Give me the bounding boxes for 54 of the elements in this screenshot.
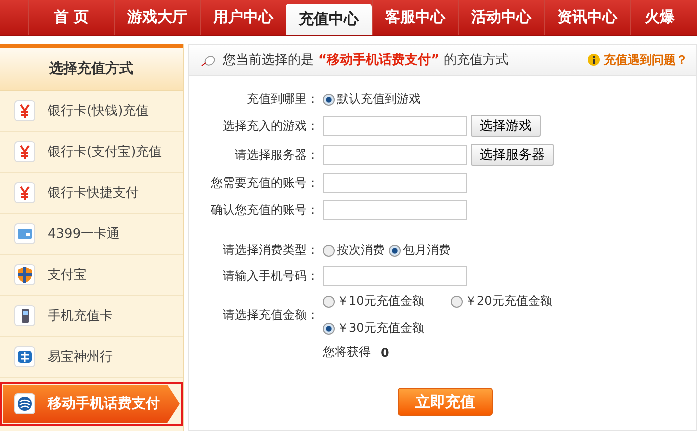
sidebar-title: 选择充值方式 [0,44,183,91]
badge-icon [14,346,36,368]
radio-option[interactable]: 包月消费 [389,242,451,259]
nav-tab[interactable]: 资讯中心 [544,0,630,35]
nav-tab[interactable]: 游戏大厅 [114,0,200,35]
radio-option[interactable]: 按次消费 [323,242,385,259]
selection-text: 您当前选择的是 “移动手机话费支付” 的充值方式 [223,52,510,69]
shield-icon [14,264,36,286]
radio-button[interactable] [323,94,335,106]
yen-icon [14,141,36,163]
nav-tab[interactable]: 客服中心 [372,0,458,35]
yen-icon [14,100,36,122]
phone-icon [14,305,36,327]
radio-button[interactable] [323,322,335,334]
card-icon [14,223,36,245]
radio-button[interactable] [389,244,401,256]
field-label: 请选择服务器： [234,146,319,164]
radio-button[interactable] [451,296,463,308]
input-field[interactable] [323,266,467,286]
nav-tab[interactable]: 充值中心 [286,4,372,35]
select-button[interactable]: 选择服务器 [471,144,554,166]
radio-button[interactable] [323,244,335,256]
yen-icon [14,182,36,204]
gain-label: 您将获得 [323,344,371,361]
field-label: 您需要充值的账号： [210,174,319,192]
nav-tab[interactable]: 火爆 [630,0,675,35]
sidebar-item[interactable]: 银行卡快捷支付 [0,173,183,214]
field-label: 请选择消费类型： [222,242,319,259]
radio-option[interactable]: ￥30元充值金额 [323,320,447,337]
sidebar-item[interactable]: 银行卡(快钱)充值 [0,91,183,132]
input-field[interactable] [323,116,467,136]
radio-option[interactable]: ￥10元充值金额 [323,293,447,310]
sidebar-item[interactable]: 4399一卡通 [0,214,183,255]
sidebar-item[interactable]: 银行卡(支付宝)充值 [0,132,183,173]
input-field[interactable] [323,173,467,193]
field-label: 请输入手机号码： [222,268,319,284]
nav-tab[interactable]: 首 页 [28,0,114,35]
input-field[interactable] [323,145,467,165]
sidebar-item[interactable]: 支付宝 [0,255,183,296]
field-label: 选择充入的游戏： [222,118,319,134]
sidebar-item[interactable]: 易宝神州行 [0,337,183,378]
radio-button[interactable] [323,296,335,308]
select-button[interactable]: 选择游戏 [471,115,541,137]
info-icon [588,54,600,66]
gain-value: 0 [381,346,390,360]
sidebar-item[interactable]: 手机充值卡 [0,296,183,337]
radio-option[interactable]: ￥20元充值金额 [451,293,575,310]
nav-tab[interactable]: 活动中心 [458,0,544,35]
field-label: 确认您充值的账号： [210,202,319,218]
input-field[interactable] [323,200,467,220]
swirl-logo-icon [14,393,36,415]
radio-option[interactable]: 默认充值到游戏 [323,91,421,108]
field-label: 请选择充值金额： [222,306,319,324]
field-label: 充值到哪里： [246,91,319,108]
